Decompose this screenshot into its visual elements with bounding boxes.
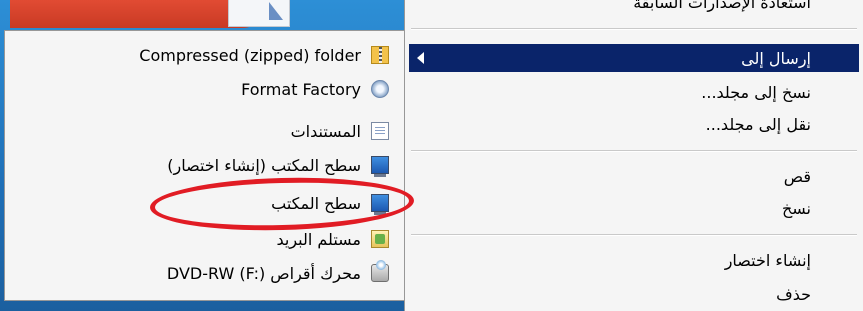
desktop-icon — [371, 156, 389, 177]
send-to-documents[interactable]: المستندات — [291, 117, 389, 145]
send-to-item-label: محرك أقراص DVD-RW (F:) — [166, 263, 361, 283]
send-to-item-label: Format Factory — [241, 79, 361, 99]
send-to-item-label: المستندات — [290, 121, 361, 141]
menu-separator — [411, 28, 857, 30]
menu-item-label: إرسال إلى — [741, 48, 811, 68]
menu-item-label: قص — [783, 166, 811, 186]
menu-separator — [411, 234, 857, 236]
menu-item-label: نقل إلى مجلد... — [705, 114, 811, 134]
zip-folder-icon — [371, 46, 389, 64]
menu-item-label: حذف — [776, 284, 811, 304]
send-to-item-label: سطح المكتب (إنشاء اختصار) — [167, 155, 361, 175]
send-to-submenu: Compressed (zipped) folder Format Factor… — [4, 30, 408, 301]
menu-item-restore-previous-versions[interactable]: استعادة الإصدارات السابقة — [409, 0, 859, 16]
documents-icon — [371, 122, 389, 140]
menu-item-copy[interactable]: نسخ — [409, 194, 859, 222]
send-to-item-label: مستلم البريد — [276, 229, 361, 249]
menu-item-label: نسخ إلى مجلد... — [701, 82, 811, 102]
menu-item-cut[interactable]: قص — [409, 162, 859, 190]
format-factory-icon — [371, 80, 389, 98]
dvd-drive-icon — [371, 260, 389, 282]
mail-recipient-icon — [371, 230, 389, 248]
menu-item-label: إنشاء اختصار — [724, 250, 811, 270]
menu-item-label: نسخ — [781, 198, 811, 218]
send-to-compressed-folder[interactable]: Compressed (zipped) folder — [139, 41, 389, 69]
menu-item-move-to-folder[interactable]: نقل إلى مجلد... — [409, 110, 859, 138]
menu-separator — [411, 150, 857, 152]
send-to-dvd-drive[interactable]: محرك أقراص DVD-RW (F:) — [167, 259, 389, 287]
menu-item-delete[interactable]: حذف — [409, 280, 859, 308]
menu-item-send-to[interactable]: إرسال إلى — [409, 44, 859, 72]
send-to-desktop-shortcut[interactable]: سطح المكتب (إنشاء اختصار) — [167, 151, 389, 179]
menu-item-copy-to-folder[interactable]: نسخ إلى مجلد... — [409, 78, 859, 106]
send-to-format-factory[interactable]: Format Factory — [241, 75, 389, 103]
desktop-file-icon — [228, 0, 290, 27]
context-menu: استعادة الإصدارات السابقة إرسال إلى نسخ … — [404, 0, 863, 311]
menu-item-create-shortcut[interactable]: إنشاء اختصار — [409, 246, 859, 274]
submenu-arrow-icon — [417, 52, 424, 64]
menu-item-label: استعادة الإصدارات السابقة — [633, 0, 811, 12]
send-to-item-label: Compressed (zipped) folder — [139, 45, 361, 65]
